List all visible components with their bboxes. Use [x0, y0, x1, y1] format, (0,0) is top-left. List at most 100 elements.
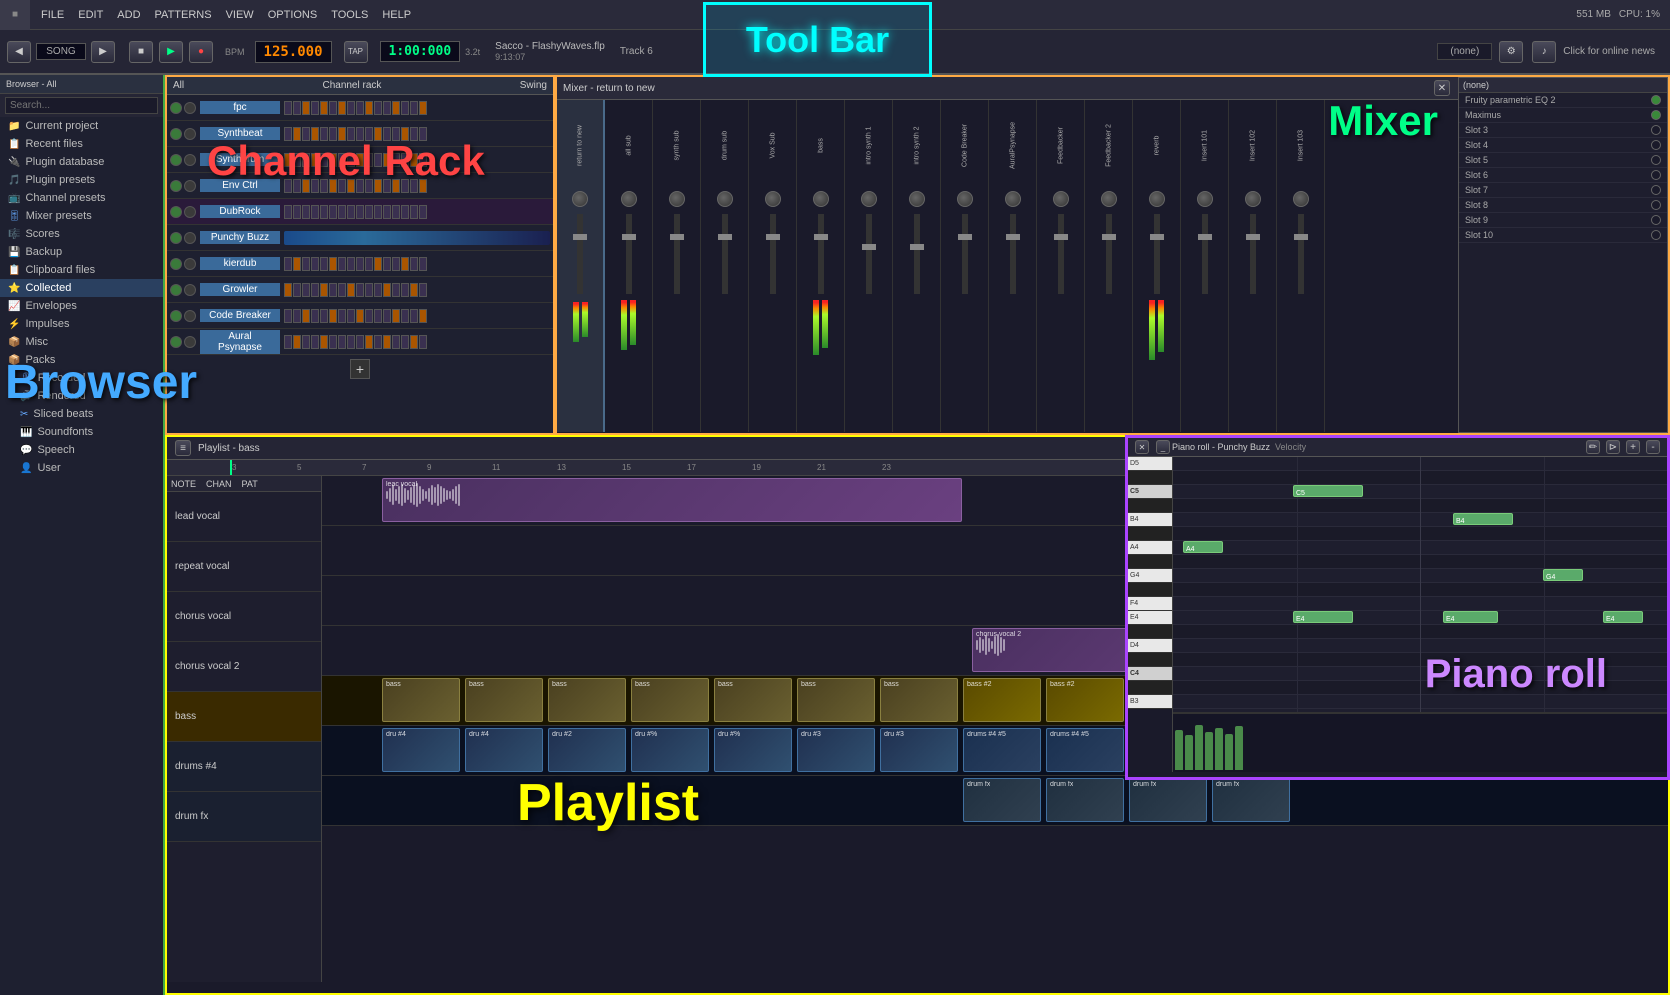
clip-bass-8[interactable]: bass #2 — [1046, 678, 1124, 722]
fader-thumb[interactable] — [1054, 234, 1068, 240]
mixer-channel-10[interactable]: Feedbacker — [1037, 100, 1085, 432]
pad[interactable] — [383, 127, 391, 141]
pad[interactable] — [392, 205, 400, 219]
mixer-slot-8[interactable]: Slot 9 — [1459, 213, 1667, 228]
pad[interactable] — [356, 257, 364, 271]
track-label-bass[interactable]: bass — [167, 692, 321, 742]
pad[interactable] — [410, 335, 418, 349]
pr-note-e4-2[interactable]: E4 — [1443, 611, 1498, 623]
channel-knob[interactable] — [1197, 191, 1213, 207]
browser-item-plugin-presets[interactable]: 🎵 Plugin presets — [0, 171, 163, 189]
pr-zoom-in[interactable]: + — [1626, 440, 1640, 454]
mixer-slot-2[interactable]: Slot 3 — [1459, 123, 1667, 138]
pad[interactable] — [329, 205, 337, 219]
pad[interactable] — [329, 335, 337, 349]
track-label-drums[interactable]: drums #4 — [167, 742, 321, 792]
channel-name-growler[interactable]: Growler — [200, 283, 280, 296]
pad[interactable] — [365, 283, 373, 297]
pad[interactable] — [410, 205, 418, 219]
pad[interactable] — [293, 335, 301, 349]
browser-item-channel-presets[interactable]: 📺 Channel presets — [0, 189, 163, 207]
pad[interactable] — [383, 205, 391, 219]
pad[interactable] — [320, 179, 328, 193]
channel-green-btn[interactable] — [170, 128, 182, 140]
pad[interactable] — [401, 179, 409, 193]
pad[interactable] — [311, 205, 319, 219]
pad[interactable] — [302, 335, 310, 349]
pad[interactable] — [374, 153, 382, 167]
channel-name-punchy-buzz[interactable]: Punchy Buzz — [200, 231, 280, 244]
pad[interactable] — [401, 335, 409, 349]
extra-btn-1[interactable]: ⚙ — [1499, 41, 1523, 63]
pad[interactable] — [302, 101, 310, 115]
mixer-slot-5[interactable]: Slot 6 — [1459, 168, 1667, 183]
pattern-prev-btn[interactable]: ◀ — [7, 41, 31, 63]
browser-item-recorded[interactable]: 🎙 Recorded — [12, 369, 163, 387]
pad[interactable] — [374, 101, 382, 115]
browser-item-scores[interactable]: 🎼 Scores — [0, 225, 163, 243]
browser-item-current-project[interactable]: 📁 Current project — [0, 117, 163, 135]
pad[interactable] — [347, 101, 355, 115]
pad[interactable] — [410, 153, 418, 167]
pad[interactable] — [365, 257, 373, 271]
pad[interactable] — [410, 127, 418, 141]
pad[interactable] — [329, 179, 337, 193]
pad[interactable] — [347, 283, 355, 297]
channel-name-code-breaker[interactable]: Code Breaker — [200, 309, 280, 322]
pad[interactable] — [284, 309, 292, 323]
channel-knob[interactable] — [765, 191, 781, 207]
fader-thumb[interactable] — [910, 244, 924, 250]
channel-name-kierdub[interactable]: kierdub — [200, 257, 280, 270]
pad[interactable] — [401, 153, 409, 167]
mixer-slot-0[interactable]: Fruity parametric EQ 2 — [1459, 93, 1667, 108]
channel-knob[interactable] — [1149, 191, 1165, 207]
piano-key-gs4[interactable] — [1128, 555, 1172, 569]
mixer-channel-1[interactable]: all sub — [605, 100, 653, 432]
piano-key-fs4[interactable] — [1128, 583, 1172, 597]
browser-item-sliced-beats[interactable]: ✂ Sliced beats — [12, 405, 163, 423]
bpm-tap-btn[interactable]: TAP — [344, 41, 368, 63]
pad[interactable] — [320, 153, 328, 167]
channel-knob[interactable] — [861, 191, 877, 207]
vel-bar[interactable] — [1195, 725, 1203, 770]
pad[interactable] — [419, 257, 427, 271]
channel-knob[interactable] — [1101, 191, 1117, 207]
stop-btn[interactable]: ■ — [129, 41, 153, 63]
mixer-channel-8[interactable]: Code Breaker — [941, 100, 989, 432]
channel-mute-btn[interactable] — [184, 102, 196, 114]
browser-item-speech[interactable]: 💬 Speech — [12, 441, 163, 459]
pad[interactable] — [293, 257, 301, 271]
playlist-menu-btn[interactable]: ≡ — [175, 440, 191, 456]
pad[interactable] — [302, 205, 310, 219]
mixer-slot-6[interactable]: Slot 7 — [1459, 183, 1667, 198]
pad[interactable] — [410, 283, 418, 297]
clip-drumfx-1[interactable]: drum fx — [1046, 778, 1124, 822]
browser-item-misc[interactable]: 📦 Misc — [0, 333, 163, 351]
pad[interactable] — [356, 127, 364, 141]
piano-key-as4[interactable] — [1128, 527, 1172, 541]
menu-edit[interactable]: EDIT — [72, 7, 109, 23]
pad[interactable] — [401, 257, 409, 271]
pad[interactable] — [320, 205, 328, 219]
mixer-slot-1[interactable]: Maximus — [1459, 108, 1667, 123]
clip-drums-4[interactable]: dru #% — [714, 728, 792, 772]
browser-item-rendered[interactable]: 🔊 Rendered — [12, 387, 163, 405]
pad[interactable] — [293, 127, 301, 141]
clip-drums-3[interactable]: dru #% — [631, 728, 709, 772]
pad[interactable] — [284, 101, 292, 115]
pad[interactable] — [392, 179, 400, 193]
pad[interactable] — [338, 153, 346, 167]
clip-drums-1[interactable]: dru #4 — [465, 728, 543, 772]
pad[interactable] — [338, 205, 346, 219]
pad[interactable] — [419, 335, 427, 349]
pad[interactable] — [419, 127, 427, 141]
mixer-channel-12[interactable]: reverb — [1133, 100, 1181, 432]
fader-thumb[interactable] — [1294, 234, 1308, 240]
pad[interactable] — [302, 309, 310, 323]
clip-bass-4[interactable]: bass — [714, 678, 792, 722]
pad[interactable] — [293, 205, 301, 219]
vel-bar[interactable] — [1215, 728, 1223, 770]
fader-thumb[interactable] — [958, 234, 972, 240]
pad[interactable] — [329, 101, 337, 115]
menu-options[interactable]: OPTIONS — [262, 7, 324, 23]
